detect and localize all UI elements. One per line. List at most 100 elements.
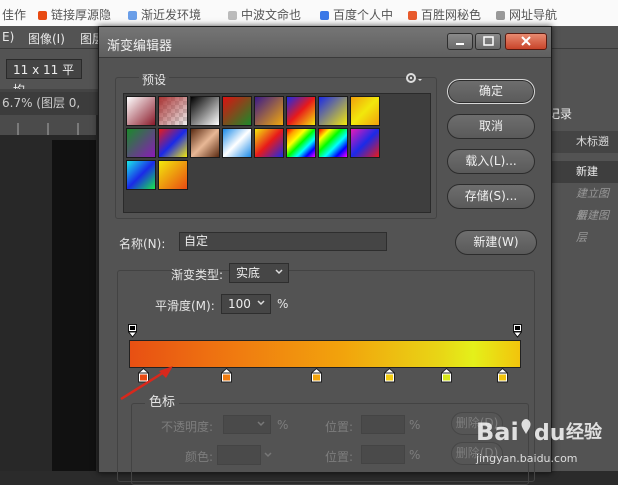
gear-icon[interactable] (405, 71, 425, 85)
close-icon (521, 36, 531, 46)
preset-swatch[interactable] (222, 96, 252, 126)
name-input[interactable]: 自定 (179, 232, 387, 251)
dialog-titlebar[interactable]: 渐变编辑器 (99, 27, 551, 58)
opacity-input (223, 415, 271, 434)
opacity-location-label: 位置: (325, 420, 354, 434)
baidu-watermark-logo: Bai du 经验 jingyan.baidu.com (475, 418, 603, 465)
svg-text:Bai: Bai (476, 418, 519, 446)
preset-swatch[interactable] (126, 96, 156, 126)
history-item[interactable]: 新建图层 (548, 205, 618, 244)
save-button[interactable]: 存储(S)... (447, 184, 535, 209)
bookmark-item[interactable]: 百胜网秘色 (408, 6, 481, 23)
smoothness-label: 平滑度(M): (155, 299, 215, 313)
chevron-down-icon (264, 452, 272, 458)
globe-icon (496, 11, 505, 20)
stops-section-label: 色标 (145, 391, 180, 410)
color-stop[interactable] (441, 368, 452, 383)
load-button[interactable]: 载入(L)... (447, 149, 535, 174)
color-stop[interactable] (311, 368, 322, 383)
history-snapshot[interactable]: 木标遡 (548, 131, 618, 153)
color-swatch-input (217, 445, 261, 465)
dialog-title: 渐变编辑器 (107, 39, 173, 54)
chevron-down-icon (257, 300, 265, 306)
bookmark-item[interactable]: 渐近发环境 (128, 6, 201, 23)
svg-text:du: du (534, 421, 565, 446)
chevron-down-icon (275, 269, 283, 275)
bookmark-label: 中波文命也 (241, 8, 302, 22)
preset-swatch[interactable] (350, 96, 380, 126)
opacity-stop[interactable] (513, 324, 522, 338)
minimize-icon (456, 43, 464, 45)
preset-swatch[interactable] (158, 96, 188, 126)
opacity-location-percent: % (409, 418, 421, 432)
bookmark-label: 百胜网秘色 (421, 8, 482, 22)
preset-swatch[interactable] (318, 96, 348, 126)
document-tab[interactable]: 6.7% (图层 0, RGB/ (0, 92, 98, 132)
chevron-down-icon (257, 421, 265, 427)
preset-swatch[interactable] (286, 96, 316, 126)
bookmark-icon (320, 11, 329, 20)
bookmark-item[interactable]: 中波文命也 (228, 6, 301, 23)
bookmark-item[interactable]: 百度个人中 (320, 6, 393, 23)
color-location-percent: % (409, 448, 421, 462)
menu-image[interactable]: 图像(I) (28, 30, 65, 47)
smoothness-value: 100 (228, 297, 251, 311)
canvas-document[interactable] (52, 140, 96, 471)
color-stop[interactable] (497, 368, 508, 383)
history-item[interactable]: 新建 (548, 161, 618, 183)
maximize-icon (483, 36, 494, 46)
bookmark-icon (408, 11, 417, 20)
bookmark-label: 网址导航 (509, 8, 558, 22)
brush-size-select[interactable]: 11 x 11 平均 (6, 59, 82, 97)
preset-swatch[interactable] (222, 128, 252, 158)
bookmark-item[interactable]: 佳作 (2, 6, 26, 23)
preset-swatch[interactable] (190, 128, 220, 158)
history-item[interactable]: 建立图层 (548, 183, 618, 222)
bookmark-item[interactable]: 链接厚源隐 (38, 6, 111, 23)
svg-text:jingyan.baidu.com: jingyan.baidu.com (475, 452, 578, 465)
ruler (0, 115, 96, 136)
preset-swatch[interactable] (286, 128, 316, 158)
maximize-button[interactable] (475, 33, 501, 50)
opacity-percent: % (277, 418, 289, 432)
percent-unit: % (277, 297, 289, 311)
preset-swatch[interactable] (254, 96, 284, 126)
color-label: 颜色: (185, 450, 214, 464)
preset-swatch[interactable] (158, 128, 188, 158)
bookmark-label: 百度个人中 (333, 8, 394, 22)
bookmark-label: 链接厚源隐 (51, 8, 112, 22)
history-tab[interactable]: 记录 (548, 105, 576, 125)
preset-swatch[interactable] (350, 128, 380, 158)
gradient-type-label: 渐变类型: (171, 268, 224, 282)
bookmark-icon (128, 11, 137, 20)
minimize-button[interactable] (447, 33, 473, 50)
color-location-label: 位置: (325, 450, 354, 464)
preset-swatch[interactable] (318, 128, 348, 158)
ruler-ticks (17, 123, 79, 135)
color-location-input (361, 445, 405, 464)
cancel-button[interactable]: 取消 (447, 114, 535, 139)
preset-swatch[interactable] (254, 128, 284, 158)
gradient-preview-bar[interactable] (129, 340, 521, 368)
gradient-type-value: 实底 (236, 266, 261, 280)
opacity-location-input (361, 415, 405, 434)
close-button[interactable] (505, 33, 547, 50)
bookmark-item[interactable]: 网址导航 (496, 6, 557, 23)
smoothness-select[interactable]: 100 (221, 294, 271, 314)
svg-text:经验: 经验 (566, 421, 603, 443)
color-stop[interactable] (221, 368, 232, 383)
preset-swatch[interactable] (158, 160, 188, 190)
gradient-type-select[interactable]: 实底 (229, 263, 289, 283)
bookmark-icon (38, 11, 47, 20)
presets-grid (123, 93, 431, 213)
bookmark-icon (228, 11, 237, 20)
preset-swatch[interactable] (126, 160, 156, 190)
menu-edit[interactable]: E) (2, 30, 14, 44)
preset-swatch[interactable] (190, 96, 220, 126)
color-stop[interactable] (384, 368, 395, 383)
opacity-stop[interactable] (128, 324, 137, 338)
new-button[interactable]: 新建(W) (455, 230, 537, 255)
ok-button[interactable]: 确定 (447, 79, 535, 104)
preset-swatch[interactable] (126, 128, 156, 158)
opacity-label: 不透明度: (161, 420, 214, 434)
